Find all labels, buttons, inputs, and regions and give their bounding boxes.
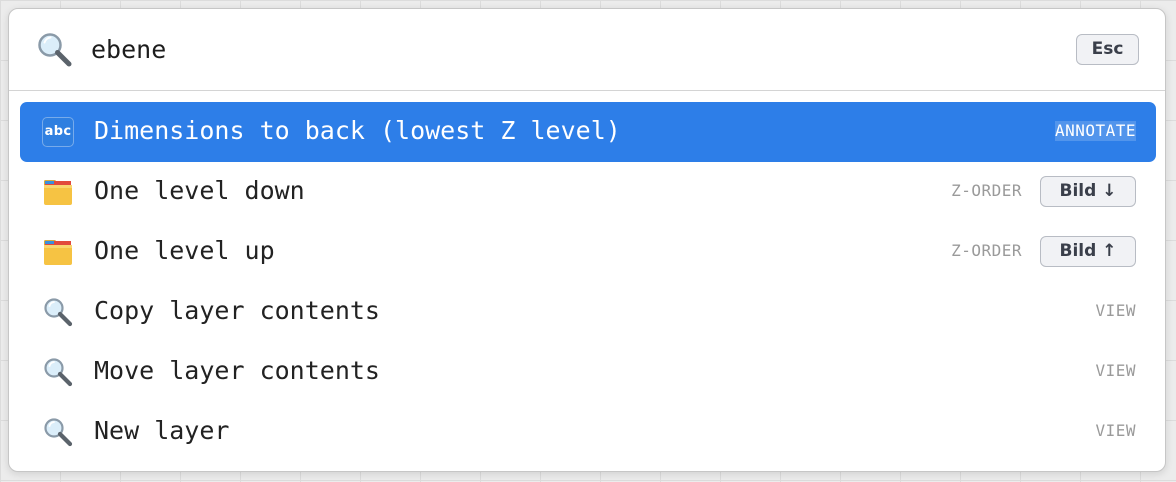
result-category: VIEW [1095, 361, 1136, 380]
result-label: Dimensions to back (lowest Z level) [94, 116, 621, 145]
result-label: Copy layer contents [94, 296, 380, 325]
result-item[interactable]: Copy layer contents VIEW [20, 282, 1156, 342]
magnifier-icon [44, 298, 73, 327]
command-palette: Esc abc Dimensions to back (lowest Z lev… [8, 8, 1166, 472]
results-list: abc Dimensions to back (lowest Z level) … [20, 102, 1156, 462]
result-category: VIEW [1095, 301, 1136, 320]
search-bar: Esc [9, 9, 1165, 91]
shortcut-badge: Bild ↓ [1040, 176, 1136, 207]
magnifier-icon [44, 358, 73, 387]
result-label: One level up [94, 236, 275, 265]
folder-icon [44, 240, 72, 265]
result-category: ANNOTATE [1054, 121, 1136, 141]
result-category: Z-ORDER [951, 241, 1022, 260]
result-item[interactable]: One level down Z-ORDER Bild ↓ [20, 162, 1156, 222]
shortcut-badge: Bild ↑ [1040, 236, 1136, 267]
result-item[interactable]: Move layer contents VIEW [20, 342, 1156, 402]
result-label: New layer [94, 416, 230, 445]
result-label: Move layer contents [94, 356, 380, 385]
result-item[interactable]: New layer VIEW [20, 402, 1156, 462]
result-label: One level down [94, 176, 305, 205]
result-category: Z-ORDER [951, 181, 1022, 200]
folder-icon [44, 180, 72, 205]
result-item[interactable]: One level up Z-ORDER Bild ↑ [20, 222, 1156, 282]
search-input[interactable] [91, 27, 991, 71]
magnifier-icon [44, 418, 73, 447]
result-item[interactable]: abc Dimensions to back (lowest Z level) … [20, 102, 1156, 162]
search-icon [38, 33, 72, 67]
abc-input-icon: abc [42, 117, 74, 147]
result-category: VIEW [1095, 421, 1136, 440]
escape-key-hint[interactable]: Esc [1076, 34, 1139, 65]
